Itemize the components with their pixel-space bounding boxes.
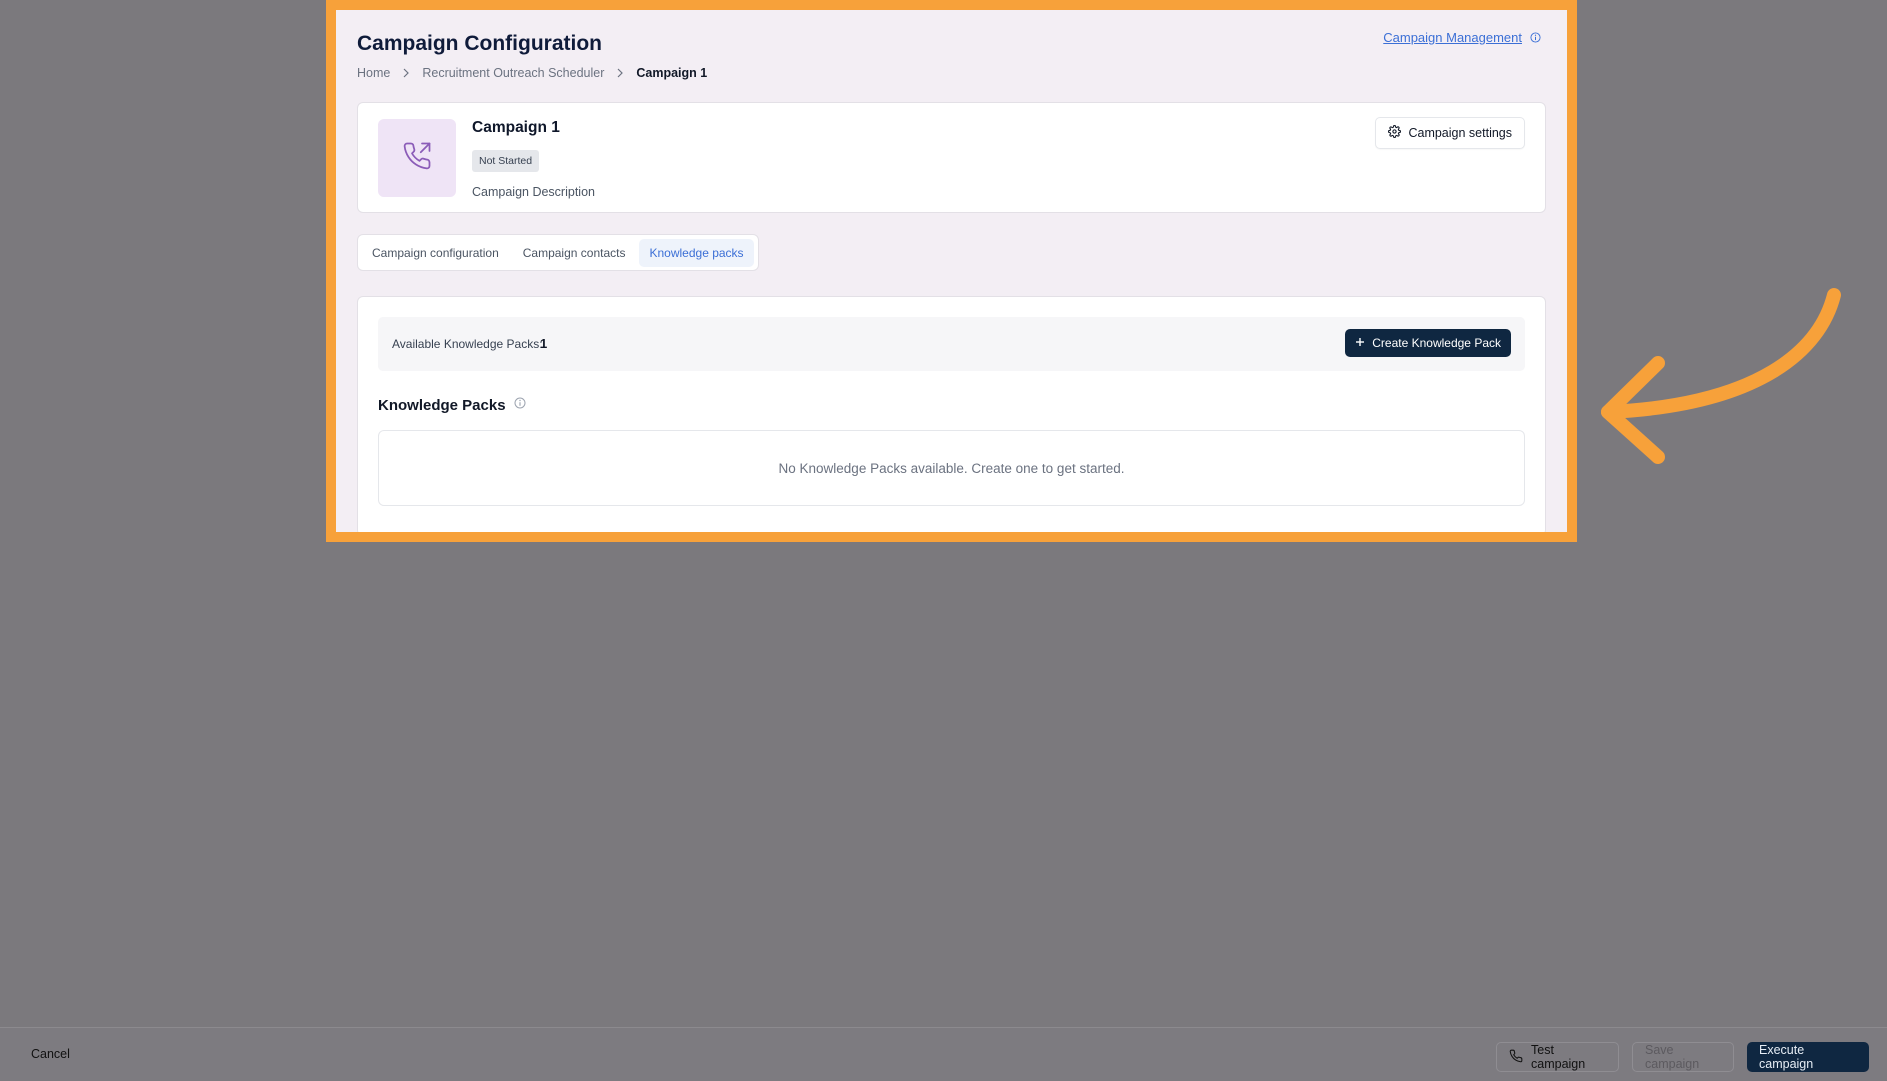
arrow-annotation bbox=[1590, 280, 1860, 475]
phone-outgoing-icon bbox=[402, 141, 432, 176]
info-icon[interactable] bbox=[1530, 32, 1541, 43]
knowledge-packs-heading: Knowledge Packs bbox=[378, 396, 526, 414]
footer-bar: Cancel Test campaign Save campaign Execu… bbox=[0, 1027, 1887, 1081]
tab-campaign-configuration[interactable]: Campaign configuration bbox=[362, 239, 509, 267]
cancel-button[interactable]: Cancel bbox=[31, 1047, 70, 1061]
campaign-name: Campaign 1 bbox=[472, 119, 560, 136]
campaign-settings-button[interactable]: Campaign settings bbox=[1375, 117, 1525, 149]
campaign-config-panel: Campaign Configuration Campaign Manageme… bbox=[336, 10, 1567, 532]
chevron-right-icon bbox=[402, 68, 410, 78]
test-campaign-label: Test campaign bbox=[1531, 1043, 1586, 1071]
save-campaign-button[interactable]: Save campaign bbox=[1632, 1042, 1734, 1072]
info-icon[interactable] bbox=[514, 396, 526, 414]
phone-icon bbox=[1509, 1049, 1523, 1066]
create-knowledge-pack-label: Create Knowledge Pack bbox=[1372, 336, 1501, 350]
tab-campaign-contacts[interactable]: Campaign contacts bbox=[513, 239, 636, 267]
chevron-right-icon bbox=[616, 68, 624, 78]
available-packs-count: 1 bbox=[540, 336, 548, 351]
breadcrumb: Home Recruitment Outreach Scheduler Camp… bbox=[357, 66, 707, 80]
campaign-management-link-group: Campaign Management bbox=[1383, 30, 1541, 45]
section-title: Knowledge Packs bbox=[378, 396, 506, 414]
test-campaign-button[interactable]: Test campaign bbox=[1496, 1042, 1619, 1072]
breadcrumb-home[interactable]: Home bbox=[357, 66, 390, 80]
plus-icon bbox=[1355, 336, 1365, 350]
breadcrumb-current: Campaign 1 bbox=[636, 66, 708, 80]
highlight-frame: Campaign Configuration Campaign Manageme… bbox=[326, 0, 1577, 542]
available-packs-label: Available Knowledge Packs: bbox=[392, 337, 543, 351]
campaign-settings-label: Campaign settings bbox=[1408, 126, 1512, 140]
page-title: Campaign Configuration bbox=[357, 32, 602, 55]
campaign-header-card: Campaign 1 Not Started Campaign Descript… bbox=[357, 102, 1546, 213]
status-badge: Not Started bbox=[472, 150, 540, 172]
execute-campaign-button[interactable]: Execute campaign bbox=[1747, 1042, 1869, 1072]
create-knowledge-pack-button[interactable]: Create Knowledge Pack bbox=[1345, 329, 1511, 357]
campaign-avatar bbox=[378, 119, 456, 197]
campaign-management-link[interactable]: Campaign Management bbox=[1383, 30, 1522, 45]
empty-state: No Knowledge Packs available. Create one… bbox=[378, 430, 1525, 506]
breadcrumb-scheduler[interactable]: Recruitment Outreach Scheduler bbox=[422, 66, 604, 80]
knowledge-packs-card: Available Knowledge Packs: 1 Create Know… bbox=[357, 296, 1546, 532]
tab-knowledge-packs[interactable]: Knowledge packs bbox=[639, 238, 754, 267]
campaign-tabs: Campaign configuration Campaign contacts… bbox=[357, 234, 759, 271]
empty-state-text: No Knowledge Packs available. Create one… bbox=[778, 460, 1125, 476]
available-packs-bar: Available Knowledge Packs: 1 Create Know… bbox=[378, 317, 1525, 371]
gear-icon bbox=[1388, 125, 1402, 141]
campaign-description: Campaign Description bbox=[472, 185, 595, 199]
